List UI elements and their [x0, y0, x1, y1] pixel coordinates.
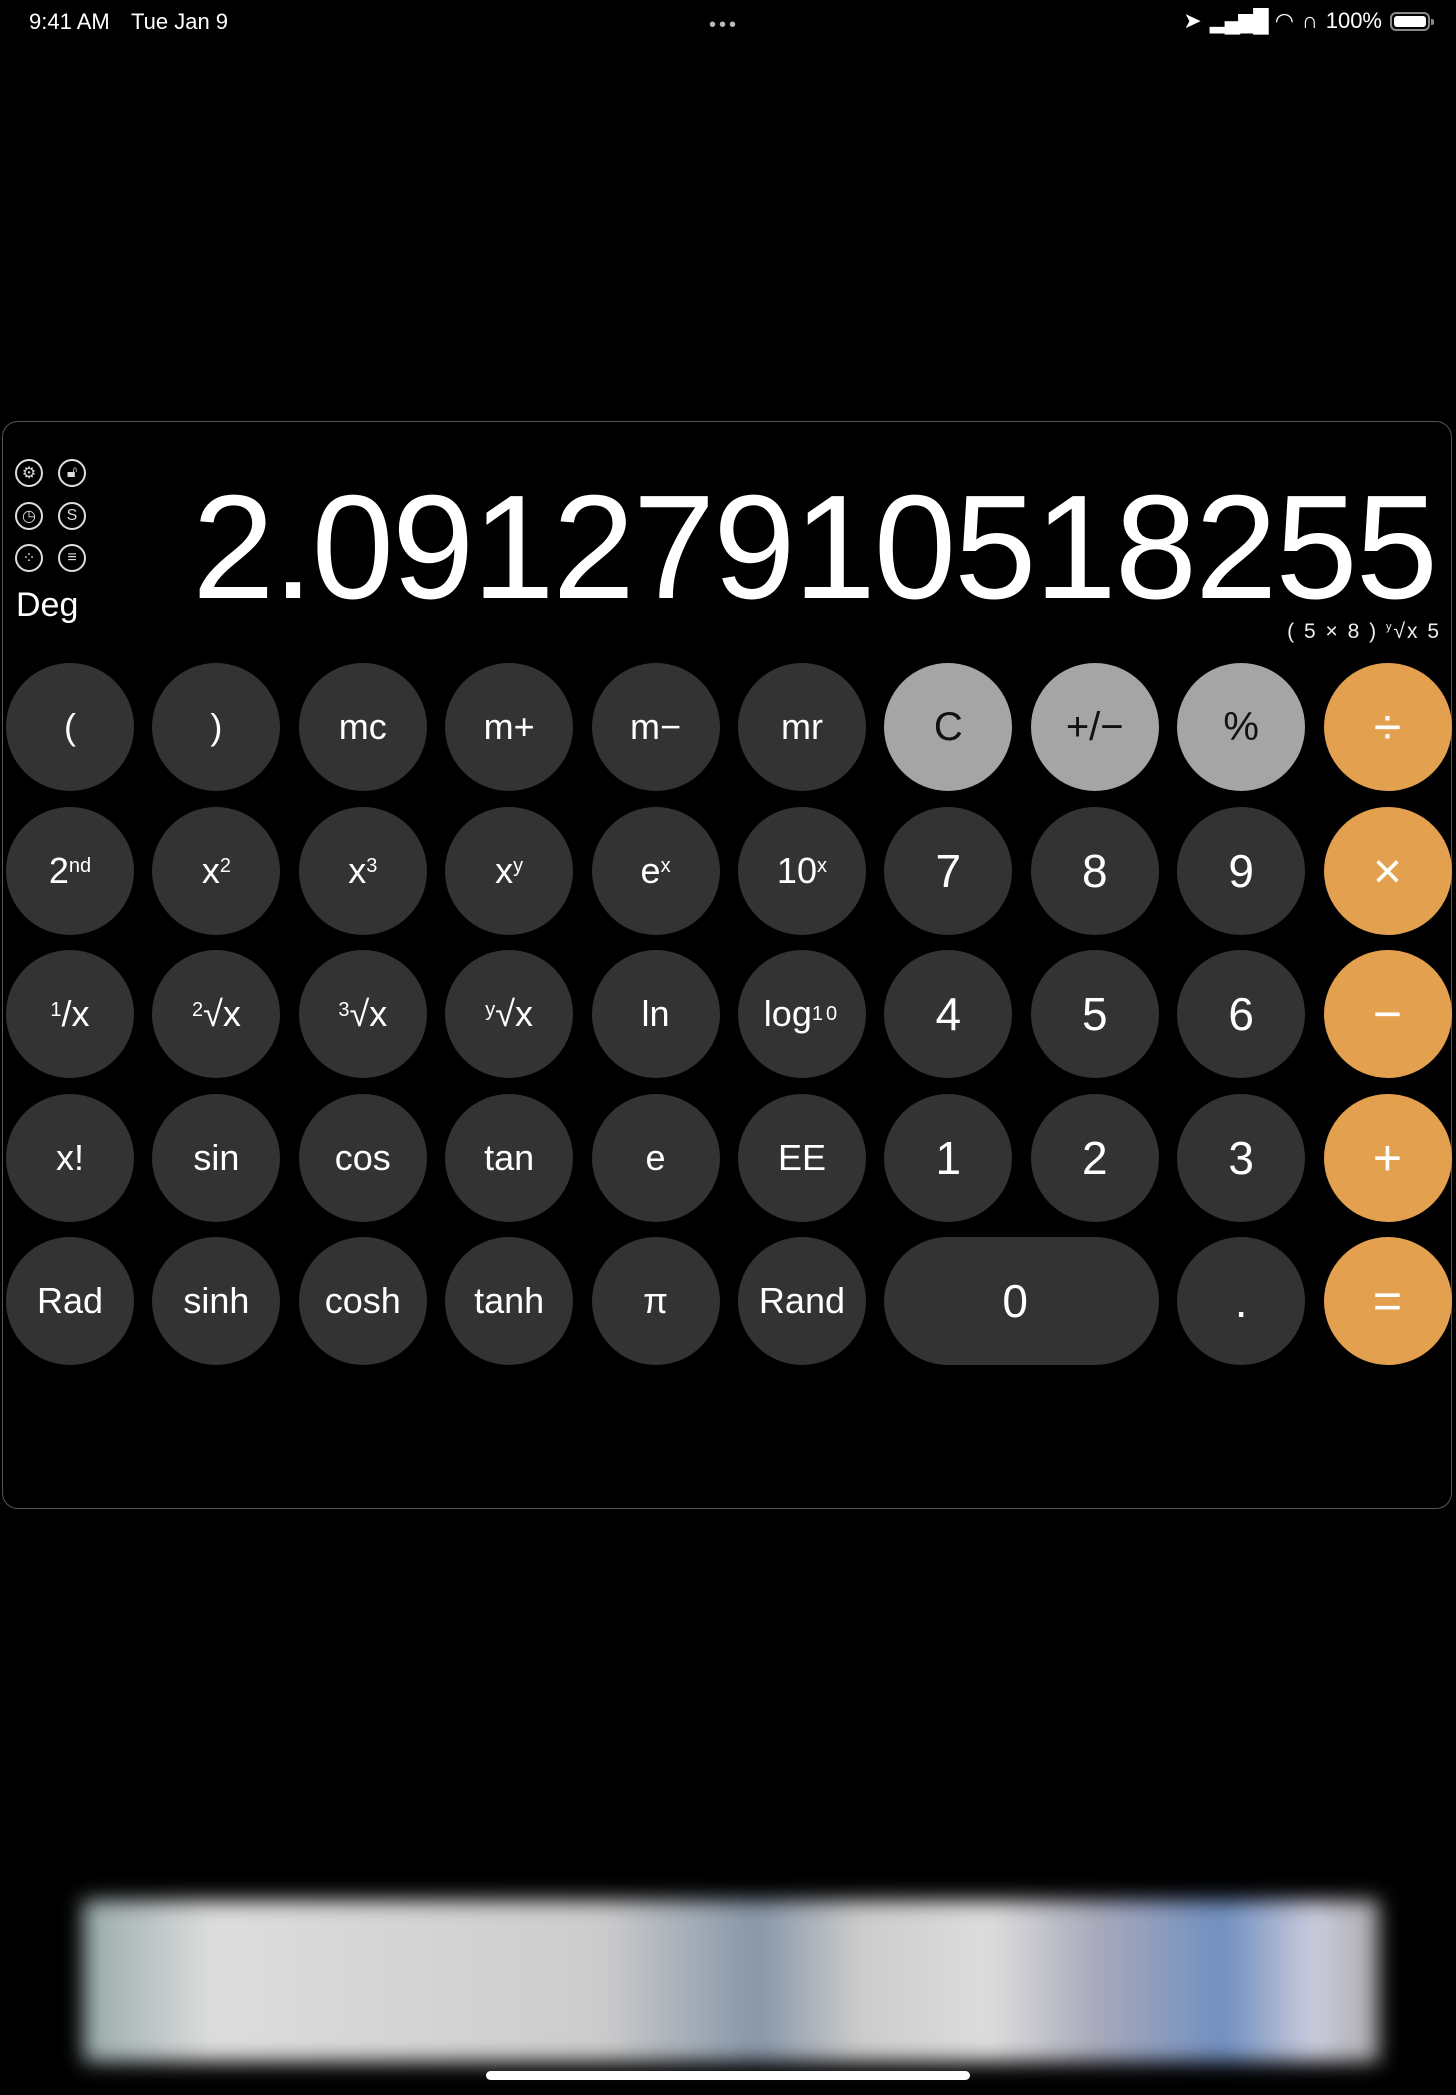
key-7[interactable]: 7 [884, 806, 1013, 935]
key--[interactable]: +/− [1030, 663, 1159, 791]
key--[interactable]: ( [6, 663, 134, 791]
key-cosh[interactable]: cosh [298, 1237, 427, 1365]
headphones-icon: ∩ [1301, 8, 1318, 33]
key-cos[interactable]: cos [298, 1093, 427, 1222]
key-2-x[interactable]: 2 √x [152, 950, 281, 1078]
signal-icon: ▂▄▆█ [1209, 8, 1269, 33]
key-4[interactable]: 4 [884, 950, 1013, 1078]
key--[interactable]: + [1323, 1093, 1452, 1222]
home-indicator[interactable] [486, 2071, 970, 2080]
key-e[interactable]: e [591, 1093, 720, 1222]
key-sin[interactable]: sin [152, 1093, 281, 1222]
key-9[interactable]: 9 [1177, 806, 1306, 935]
key-mr[interactable]: mr [737, 663, 866, 791]
battery-icon [1390, 11, 1434, 31]
menu-icon[interactable]: ≡ [58, 544, 86, 572]
key-mc[interactable]: mc [298, 663, 427, 791]
key-8[interactable]: 8 [1030, 806, 1159, 935]
key-C[interactable]: C [884, 663, 1013, 791]
key-6[interactable]: 6 [1177, 950, 1306, 1078]
key-tan[interactable]: tan [445, 1093, 574, 1222]
key--[interactable]: π [591, 1237, 720, 1365]
angle-mode-label: Deg [16, 586, 79, 624]
wifi-icon: ◠ [1274, 8, 1294, 33]
history-icon[interactable]: ◷ [15, 502, 43, 530]
battery-percent: 100% [1325, 8, 1382, 33]
key-1-x[interactable]: 1/x [6, 950, 134, 1078]
multitasking-dots-icon[interactable]: ••• [709, 14, 739, 37]
key--[interactable]: × [1323, 806, 1452, 935]
key--[interactable]: . [1177, 1237, 1306, 1365]
key-2nd[interactable]: 2nd [6, 806, 134, 935]
lock-icon[interactable]: 🔓︎ [58, 459, 86, 487]
key-ln[interactable]: ln [591, 950, 720, 1078]
blurred-dock [83, 1900, 1379, 2062]
key--[interactable]: ÷ [1323, 663, 1452, 791]
key-10x[interactable]: 10 x [737, 806, 866, 935]
location-icon: ➤ [1183, 8, 1202, 33]
expression-part: ( 5 × 8 ) [1287, 620, 1386, 643]
key-log10[interactable]: log 10 [737, 950, 866, 1078]
key-Rand[interactable]: Rand [737, 1237, 866, 1365]
key-y-x[interactable]: y √x [445, 950, 574, 1078]
key-xy[interactable]: xy [445, 806, 574, 935]
expression-part: √x 5 [1393, 620, 1441, 643]
key-3-x[interactable]: 3 √x [298, 950, 427, 1078]
key-sinh[interactable]: sinh [152, 1237, 281, 1365]
status-date: Tue Jan 9 [131, 9, 229, 34]
key-m-[interactable]: m− [591, 663, 720, 791]
status-bar: 9:41 AM Tue Jan 9 ••• ➤ ▂▄▆█ ◠ ∩ 100% [0, 6, 1456, 36]
key--[interactable]: = [1323, 1237, 1452, 1365]
key-x3[interactable]: x3 [298, 806, 427, 935]
key-1[interactable]: 1 [884, 1093, 1013, 1222]
key--[interactable]: ) [152, 663, 281, 791]
key-2[interactable]: 2 [1030, 1093, 1159, 1222]
expression-display: ( 5 × 8 ) y√x 5 [1287, 620, 1441, 644]
themes-icon[interactable]: ⁘ [15, 544, 43, 572]
key--[interactable]: − [1323, 950, 1452, 1078]
key-EE[interactable]: EE [737, 1093, 866, 1222]
key-ex[interactable]: ex [591, 806, 720, 935]
keypad: () mc m+ m− mr C +/−% ÷ 2nd x 2 x 3 x y e x 10 x 7 8 9 × 1/x 2 √x… [6, 663, 1452, 1365]
settings-icon[interactable]: ⚙ [15, 459, 43, 487]
key-Rad[interactable]: Rad [6, 1237, 134, 1365]
key-5[interactable]: 5 [1030, 950, 1159, 1078]
s-icon[interactable]: S [58, 502, 86, 530]
key-x2[interactable]: x2 [152, 806, 281, 935]
key-0[interactable]: 0 [884, 1237, 1159, 1365]
key-3[interactable]: 3 [1177, 1093, 1306, 1222]
key-tanh[interactable]: tanh [445, 1237, 574, 1365]
key--[interactable]: % [1177, 663, 1306, 791]
status-time: 9:41 AM [29, 9, 110, 34]
result-display: 2.09127910518255 [192, 465, 1438, 630]
key-x-[interactable]: x! [6, 1093, 134, 1222]
key-m-[interactable]: m+ [445, 663, 574, 791]
